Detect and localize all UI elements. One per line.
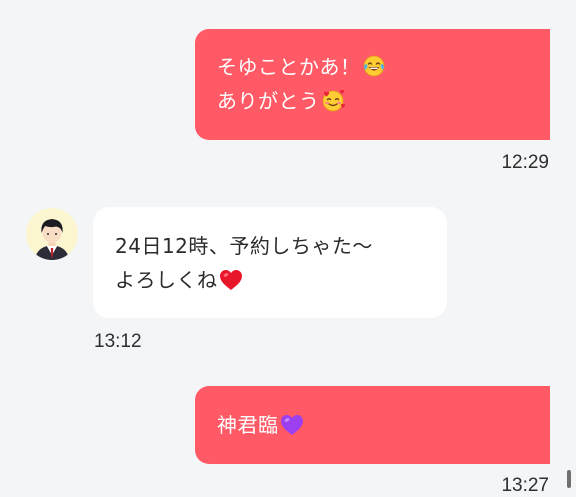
message-text: そゆことかあ！ bbox=[217, 55, 361, 79]
message-timestamp: 12:29 bbox=[501, 152, 549, 173]
message-text: 神君臨 bbox=[217, 413, 279, 437]
message-text: ありがとう bbox=[217, 89, 320, 113]
avatar[interactable] bbox=[26, 208, 78, 260]
outgoing-message-bubble[interactable]: 神君臨 bbox=[195, 386, 550, 464]
incoming-message-bubble[interactable]: 24日12時、予約しちゃた〜 よろしくね bbox=[93, 207, 447, 318]
message-timestamp: 13:12 bbox=[94, 331, 142, 352]
purple-heart-emoji bbox=[280, 414, 304, 436]
message-line: そゆことかあ！ bbox=[217, 50, 550, 84]
message-line: 神君臨 bbox=[217, 408, 550, 442]
smiling-face-with-hearts-emoji bbox=[321, 88, 347, 112]
scrollbar-thumb[interactable] bbox=[567, 470, 571, 488]
person-in-suit-avatar-icon bbox=[35, 219, 69, 260]
red-heart-emoji bbox=[219, 269, 243, 291]
message-timestamp: 13:27 bbox=[501, 475, 549, 496]
chat-thread[interactable]: そゆことかあ！ ありがとう 12:29 24日12時、予約しちゃた〜 よろしくね… bbox=[0, 0, 576, 496]
message-line: 24日12時、予約しちゃた〜 bbox=[115, 229, 447, 263]
message-text: 24日12時、予約しちゃた〜 bbox=[115, 234, 373, 258]
face-with-tears-of-joy-emoji bbox=[362, 54, 386, 78]
message-line: よろしくね bbox=[115, 263, 447, 297]
outgoing-message-bubble[interactable]: そゆことかあ！ ありがとう bbox=[195, 29, 550, 140]
message-text: よろしくね bbox=[115, 268, 218, 292]
message-line: ありがとう bbox=[217, 84, 550, 118]
